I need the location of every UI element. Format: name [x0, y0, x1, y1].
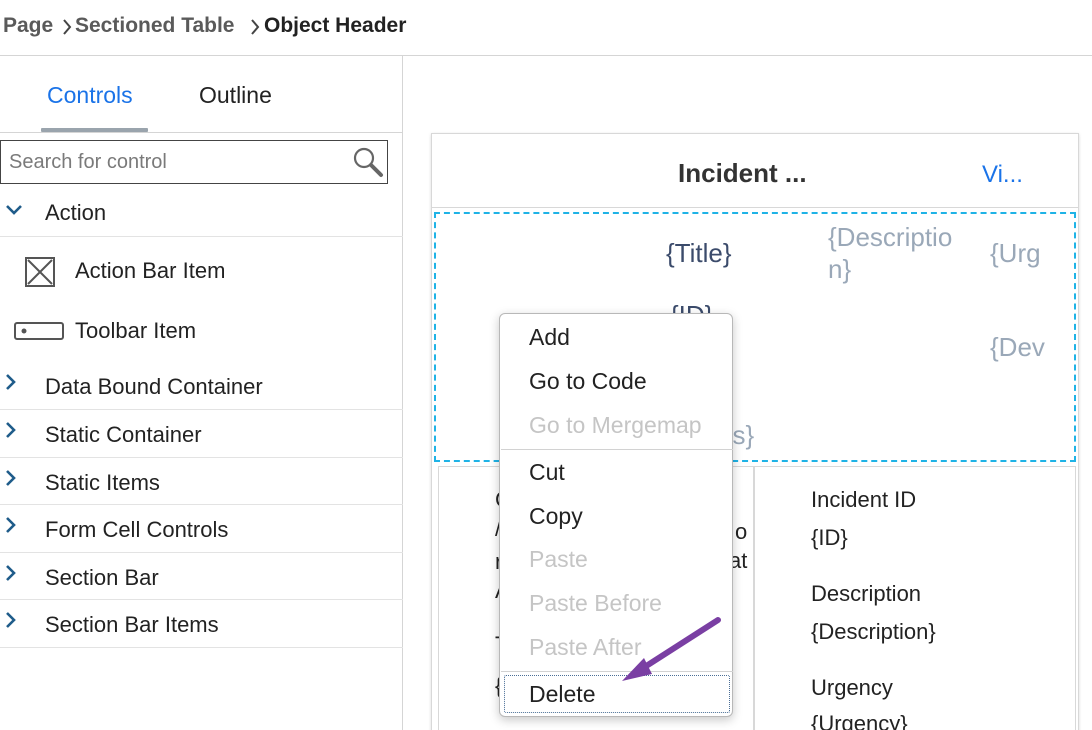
tree-group-data-bound-container[interactable]: Data Bound Container: [0, 362, 403, 410]
key-value-urgency: {Urgency}: [811, 711, 908, 730]
search-box: [0, 140, 388, 184]
control-item-action-bar-item[interactable]: Action Bar Item: [0, 238, 403, 300]
chevron-right-icon[interactable]: [4, 372, 18, 392]
breadcrumb-item-object-header: Object Header: [264, 14, 407, 37]
tree-group-static-container[interactable]: Static Container: [0, 410, 403, 458]
chevron-right-icon[interactable]: [4, 610, 18, 630]
key-label-urgency: Urgency: [811, 675, 893, 700]
breadcrumb-item-page[interactable]: Page: [3, 14, 53, 38]
search-icon[interactable]: [351, 145, 385, 179]
chevron-right-icon[interactable]: [4, 468, 18, 488]
breadcrumb: Page Sectioned Table Object Header: [0, 0, 1092, 56]
key-label-incident-id: Incident ID: [811, 487, 917, 512]
tree-group-form-cell-controls[interactable]: Form Cell Controls: [0, 505, 403, 553]
menu-item-copy[interactable]: Copy: [529, 503, 583, 530]
action-bar-item-icon: [25, 257, 55, 287]
toolbar-item-icon: [14, 322, 64, 340]
object-header-description-wrap: n}: [828, 254, 852, 284]
tree-group-section-bar-items[interactable]: Section Bar Items: [0, 600, 403, 648]
key-label-description: Description: [811, 581, 922, 606]
menu-item-go-to-code[interactable]: Go to Code: [529, 368, 647, 395]
menu-item-go-to-mergemap: Go to Mergemap: [529, 412, 702, 438]
section-right: Incident ID {ID} Description {Descriptio…: [754, 466, 1076, 730]
preview-title: Incident ...: [678, 158, 807, 188]
object-header-urgency: {Urg: [990, 238, 1041, 268]
menu-item-delete[interactable]: Delete: [529, 681, 595, 708]
preview-header: Incident ... Vi...: [432, 134, 1078, 208]
control-item-label: Action Bar Item: [75, 258, 226, 283]
annotation-arrow-icon: [622, 617, 721, 681]
tree-group-static-items[interactable]: Static Items: [0, 458, 403, 505]
preview-header-link[interactable]: Vi...: [982, 161, 1023, 189]
object-header-device: {Dev: [990, 332, 1045, 362]
chevron-right-icon: [251, 19, 260, 35]
controls-panel: Controls Outline Action Action Bar Item …: [0, 56, 403, 730]
search-input[interactable]: [9, 149, 339, 175]
menu-separator: [501, 449, 733, 450]
control-item-label: Toolbar Item: [75, 318, 197, 343]
tree-group-label: Form Cell Controls: [45, 517, 229, 542]
tree-group-label: Section Bar Items: [45, 612, 219, 637]
chevron-right-icon[interactable]: [4, 563, 18, 583]
tree-group-label: Section Bar: [45, 565, 159, 590]
menu-item-paste: Paste: [529, 546, 588, 572]
breadcrumb-item-sectioned-table[interactable]: Sectioned Table: [75, 14, 234, 38]
tab-controls[interactable]: Controls: [47, 82, 133, 109]
chevron-right-icon[interactable]: [4, 515, 18, 535]
chevron-right-icon: [63, 19, 72, 35]
tree-group-label: Action: [45, 200, 107, 225]
object-header-description: {Descriptio: [828, 222, 953, 252]
control-item-toolbar-item[interactable]: Toolbar Item: [0, 300, 403, 360]
chevron-down-icon[interactable]: [4, 203, 24, 217]
key-value-description: {Description}: [811, 619, 936, 644]
key-value-incident-id: {ID}: [811, 525, 848, 550]
tree-group-label: Static Container: [45, 422, 202, 447]
tree-group-action[interactable]: Action: [0, 186, 403, 237]
divider: [0, 132, 403, 133]
tree-group-section-bar[interactable]: Section Bar: [0, 553, 403, 600]
tree-group-label: Data Bound Container: [45, 374, 263, 399]
menu-item-add[interactable]: Add: [529, 324, 570, 351]
tree-group-label: Static Items: [45, 470, 160, 495]
tab-outline[interactable]: Outline: [199, 82, 272, 109]
text-fragment: o: [735, 519, 748, 544]
chevron-right-icon[interactable]: [4, 420, 18, 440]
menu-item-cut[interactable]: Cut: [529, 459, 565, 486]
object-header-title: {Title}: [666, 238, 732, 268]
